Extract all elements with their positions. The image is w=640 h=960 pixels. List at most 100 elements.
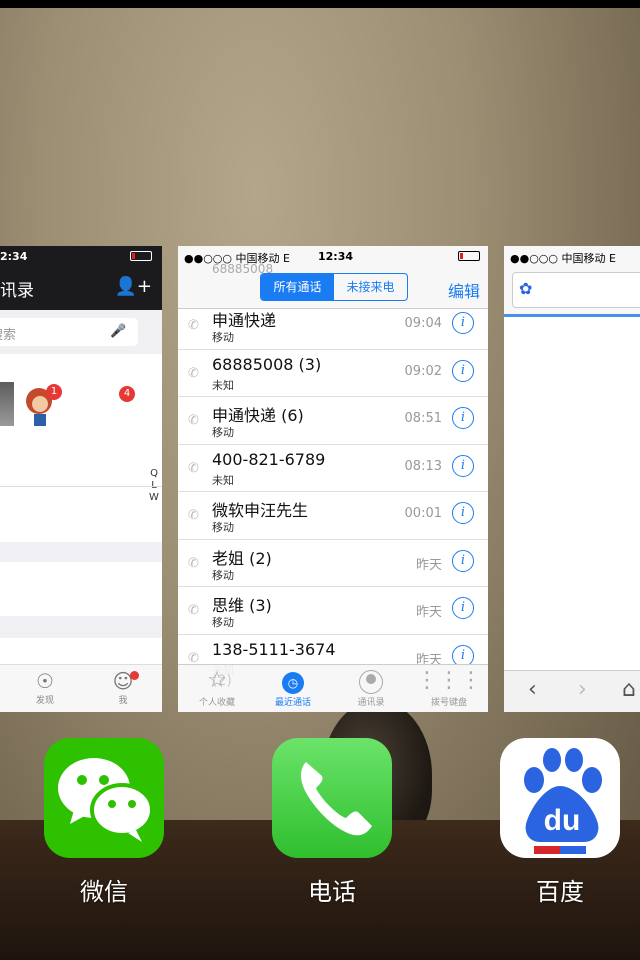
app-baidu[interactable]: du 百度 [500, 738, 620, 907]
page-title: 讯录 [0, 281, 34, 301]
call-subtitle: 未知 [212, 473, 234, 487]
tab-recents[interactable]: ◷ 最近通话 [258, 667, 328, 708]
star-icon: ☆ [207, 668, 227, 693]
app-phone[interactable]: 电话 [272, 738, 392, 907]
segment-missed-calls[interactable]: 未接来电 [334, 274, 407, 300]
tab-bar: ☉ 发现 ☺ 我 [0, 664, 162, 712]
battery-icon [458, 251, 480, 261]
call-time: 08:51 [404, 411, 442, 426]
tab-label: 个人收藏 [198, 698, 235, 708]
back-icon[interactable]: ‹ [528, 677, 537, 702]
tab-keypad[interactable]: ⋮⋮⋮ 拨号键盘 [414, 667, 484, 708]
tab-bar: (2) ☆ 个人收藏 ◷ 最近通话 通讯录 ⋮⋮⋮ 拨号键盘 [178, 664, 488, 712]
keypad-icon: ⋮⋮⋮ [416, 668, 482, 693]
call-time: 昨天 [415, 605, 442, 620]
phone-handset-icon: ✆ [188, 460, 199, 476]
wechat-icon[interactable] [44, 738, 164, 858]
info-icon[interactable]: i [452, 407, 474, 429]
info-icon[interactable]: i [452, 597, 474, 619]
carrier: ●●○○○ 中国移动 E [510, 252, 616, 265]
battery-icon [130, 251, 152, 261]
info-icon[interactable]: i [452, 359, 474, 382]
call-row[interactable]: ✆ 68885008 (3) 未知 09:02 i [178, 350, 488, 397]
tab-label: 最近通话 [274, 698, 311, 708]
forward-icon[interactable]: › [578, 677, 587, 702]
call-subtitle: 移动 [212, 331, 234, 344]
call-subtitle: 未知 [212, 378, 234, 392]
call-name: 68885008 (3) [212, 354, 322, 374]
segmented-control[interactable]: 所有通话 未接来电 [260, 273, 408, 301]
status-time: 12:34 [318, 250, 354, 263]
tab-favorites[interactable]: ☆ 个人收藏 [182, 667, 252, 708]
call-name: 400-821-6789 [212, 449, 326, 469]
search-placeholder: 搜索 [0, 328, 17, 343]
home-icon[interactable]: ⌂ [622, 677, 636, 702]
phone-handset-icon: ✆ [188, 318, 199, 333]
baidu-icon[interactable]: du [500, 738, 620, 858]
call-row[interactable]: ✆ 申通快递 (6) 移动 08:51 i [178, 397, 488, 445]
segment-all-calls[interactable]: 所有通话 [261, 274, 334, 300]
search-input[interactable]: ✿ [512, 272, 640, 308]
call-list: ✆ 申通快递 移动 09:04 i ✆ 68885008 (3) 未知 09:02 i ✆ 申通快递 … [178, 302, 488, 682]
phone-handset-icon: ✆ [188, 603, 199, 618]
app-label: 电话 [308, 878, 356, 906]
tab-discover[interactable]: ☉ 发现 [20, 669, 70, 706]
contacts-icon [359, 670, 383, 694]
call-row[interactable]: ✆ 400-821-6789 未知 08:13 i [178, 445, 488, 492]
microphone-icon[interactable]: 🎤 [110, 324, 126, 339]
tab-label: 发现 [35, 696, 54, 706]
phone-handset-icon: ✆ [188, 555, 199, 571]
app-label: 微信 [80, 878, 128, 906]
top-bar [0, 0, 640, 8]
tab-label: 拨号键盘 [430, 698, 467, 708]
avatar-badge: 1 [46, 384, 62, 400]
call-name: 138-5111-3674 [212, 639, 336, 659]
notification-dot [130, 671, 139, 680]
tab-label: 通讯录 [357, 698, 385, 708]
app-card-baidu[interactable]: ●●○○○ 中国移动 E ✿ ‹ › ⌂ [504, 246, 640, 712]
info-icon[interactable]: i [452, 549, 474, 572]
clock-icon: ◷ [282, 672, 304, 694]
unread-badge: 4 [119, 386, 135, 402]
status-time: 2:34 [0, 250, 28, 263]
contact-photo[interactable] [0, 382, 14, 426]
avatar[interactable]: 1 [24, 384, 62, 428]
call-name: 申通快递 [212, 311, 277, 330]
section-header [0, 616, 162, 638]
call-row[interactable]: ✆ 申通快递 移动 09:04 i [178, 302, 488, 350]
call-row[interactable]: ✆ 思维 (3) 移动 昨天 i [178, 587, 488, 635]
index-letter[interactable]: Q [148, 468, 160, 480]
call-time: 昨天 [415, 557, 442, 573]
phone-handset-icon: ✆ [188, 508, 199, 523]
call-subtitle: 移动 [212, 616, 234, 629]
call-row[interactable]: ✆ 微软申汪先生 移动 00:01 i [178, 492, 488, 540]
add-contact-icon[interactable]: 👤+ [115, 276, 153, 297]
call-row[interactable]: ✆ 老姐 (2) 移动 昨天 i [178, 540, 488, 587]
search-bar: 搜索 🎤 [0, 310, 162, 354]
tab-me[interactable]: ☺ 我 [98, 669, 148, 706]
info-icon[interactable]: i [452, 454, 474, 477]
divider [0, 486, 162, 487]
section-header [0, 542, 162, 562]
call-time: 09:04 [404, 316, 442, 331]
info-icon[interactable]: i [452, 502, 474, 524]
person-icon: ☺ [112, 669, 134, 693]
app-card-phone[interactable]: ●●○○○ 中国移动 E 12:34 68885008 所有通话 未接来电 编辑… [178, 246, 488, 712]
call-name: 申通快递 (6) [212, 406, 304, 425]
call-name: 微软申汪先生 [212, 501, 309, 520]
app-card-wechat[interactable]: 2:34 讯录 👤+ 搜索 🎤 1 4 Q L W ☉ 发现 ☺ 我 [0, 246, 162, 712]
index-letter[interactable]: W [148, 492, 160, 504]
wechat-header: 2:34 讯录 👤+ [0, 246, 162, 310]
tab-label: 我 [118, 696, 128, 706]
search-input[interactable]: 搜索 🎤 [0, 318, 138, 346]
call-subtitle: 移动 [212, 568, 234, 582]
call-time: 09:02 [404, 363, 442, 379]
app-wechat[interactable]: 微信 [44, 738, 164, 907]
phone-icon[interactable] [272, 738, 392, 858]
info-icon[interactable]: i [452, 312, 474, 334]
app-label: 百度 [536, 878, 584, 906]
compass-icon: ☉ [36, 669, 54, 693]
edit-button[interactable]: 编辑 [448, 278, 480, 302]
tab-contacts[interactable]: 通讯录 [336, 667, 406, 708]
call-subtitle: 移动 [212, 426, 234, 439]
